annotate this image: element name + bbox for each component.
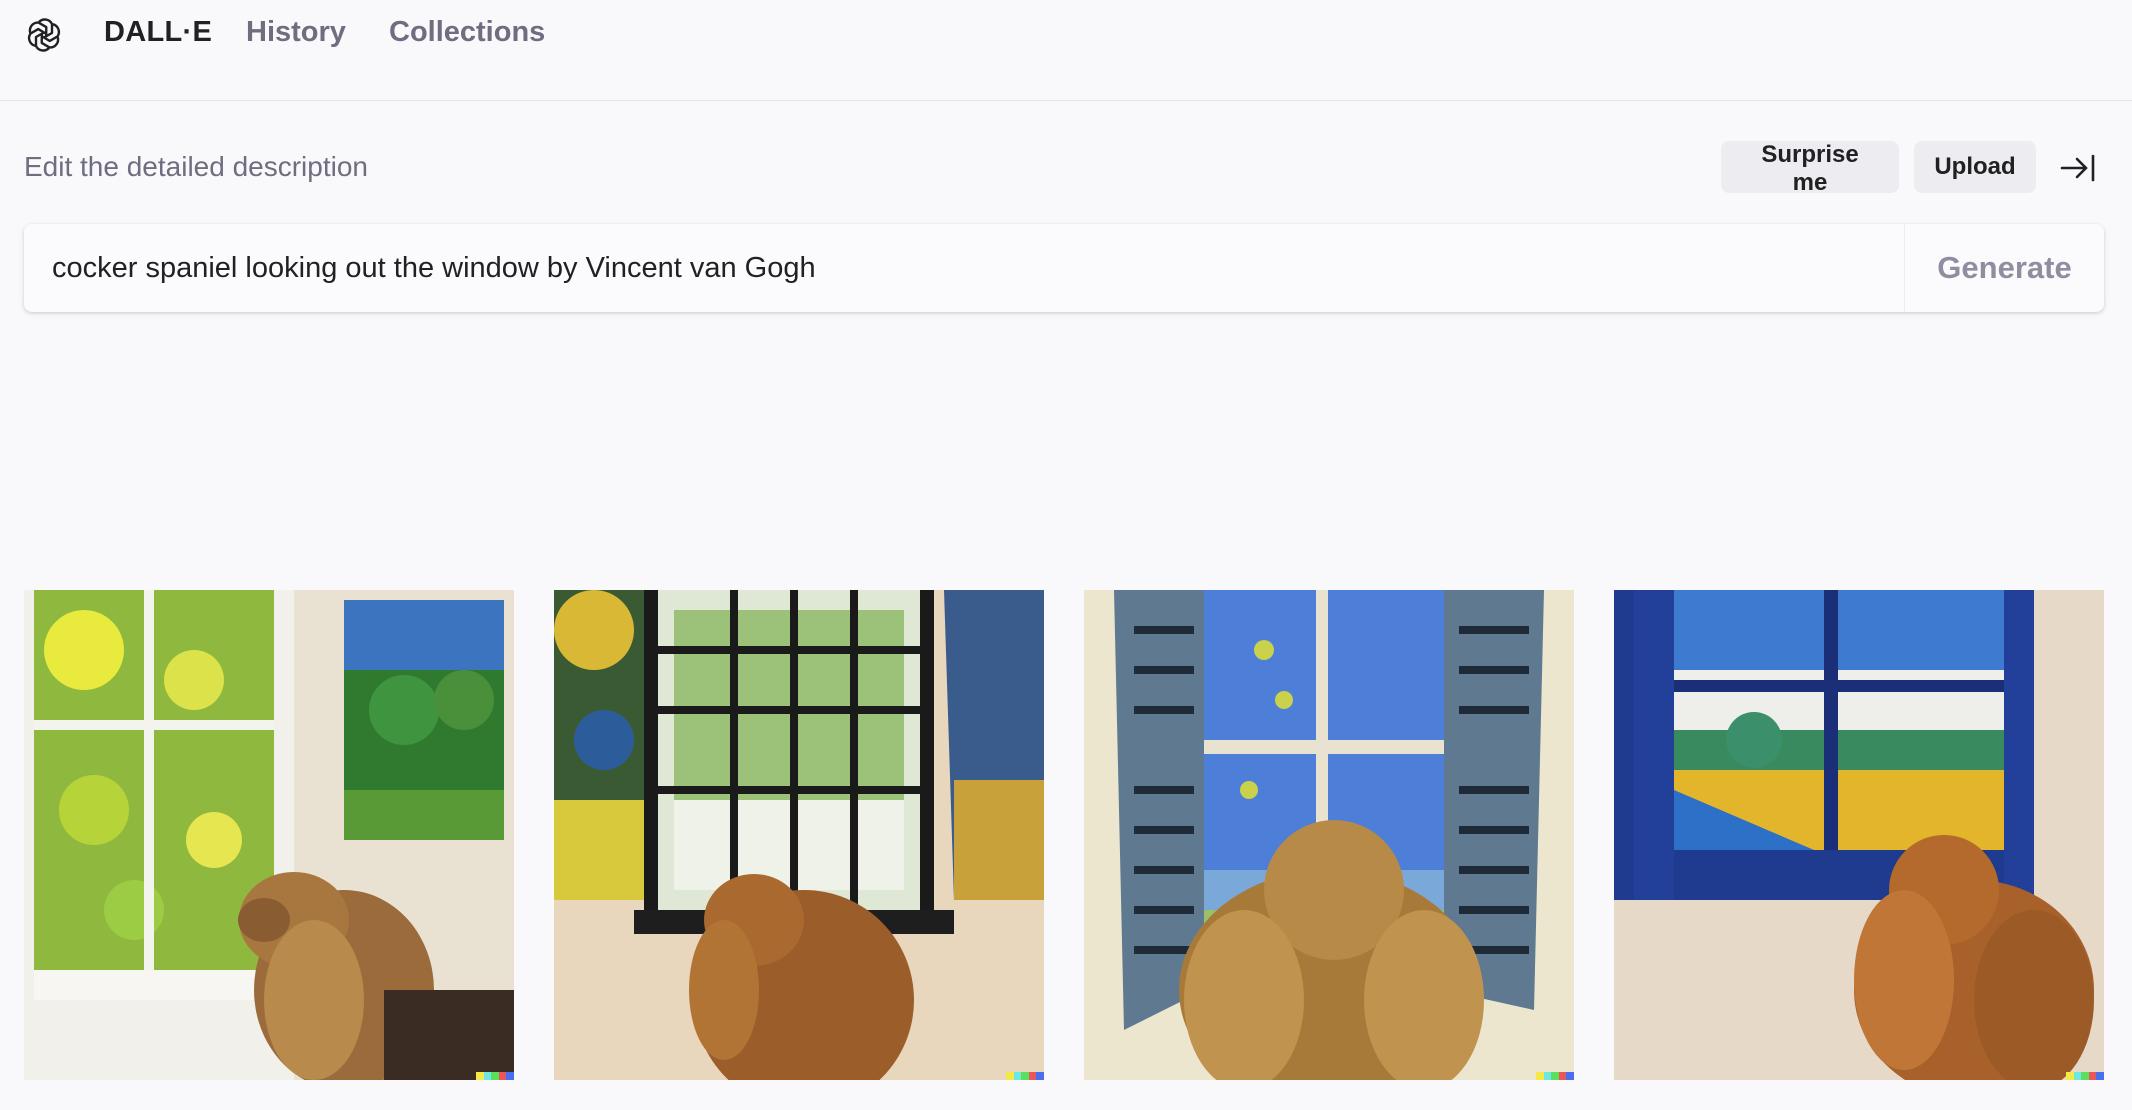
image-signature <box>1006 1072 1044 1080</box>
image-signature <box>2066 1072 2104 1080</box>
image-signature <box>1536 1072 1574 1080</box>
image-2-illustration <box>554 590 1044 1080</box>
generated-image-4[interactable] <box>1614 590 2104 1080</box>
collapse-panel-icon[interactable] <box>2058 150 2098 186</box>
generate-button[interactable]: Generate <box>1904 224 2104 312</box>
generated-image-2[interactable] <box>554 590 1044 1080</box>
image-3-illustration <box>1084 590 1574 1080</box>
generated-image-1[interactable] <box>24 590 514 1080</box>
image-4-illustration <box>1614 590 2104 1080</box>
prompt-box: Generate <box>24 224 2104 312</box>
prompt-input[interactable] <box>24 224 1904 312</box>
image-signature <box>476 1072 514 1080</box>
upload-button[interactable]: Upload <box>1914 141 2036 193</box>
nav-collections-link[interactable]: Collections <box>389 16 545 49</box>
prompt-label: Edit the detailed description <box>24 151 368 182</box>
surprise-me-button[interactable]: Surprise me <box>1721 141 1899 196</box>
brand-title[interactable]: DALL·E <box>104 16 212 49</box>
openai-logo-icon[interactable] <box>23 14 65 56</box>
nav-history-link[interactable]: History <box>246 16 346 49</box>
image-1-illustration <box>24 590 514 1080</box>
top-navigation-bar: DALL·E History Collections <box>0 0 2132 101</box>
generated-image-3[interactable] <box>1084 590 1574 1080</box>
